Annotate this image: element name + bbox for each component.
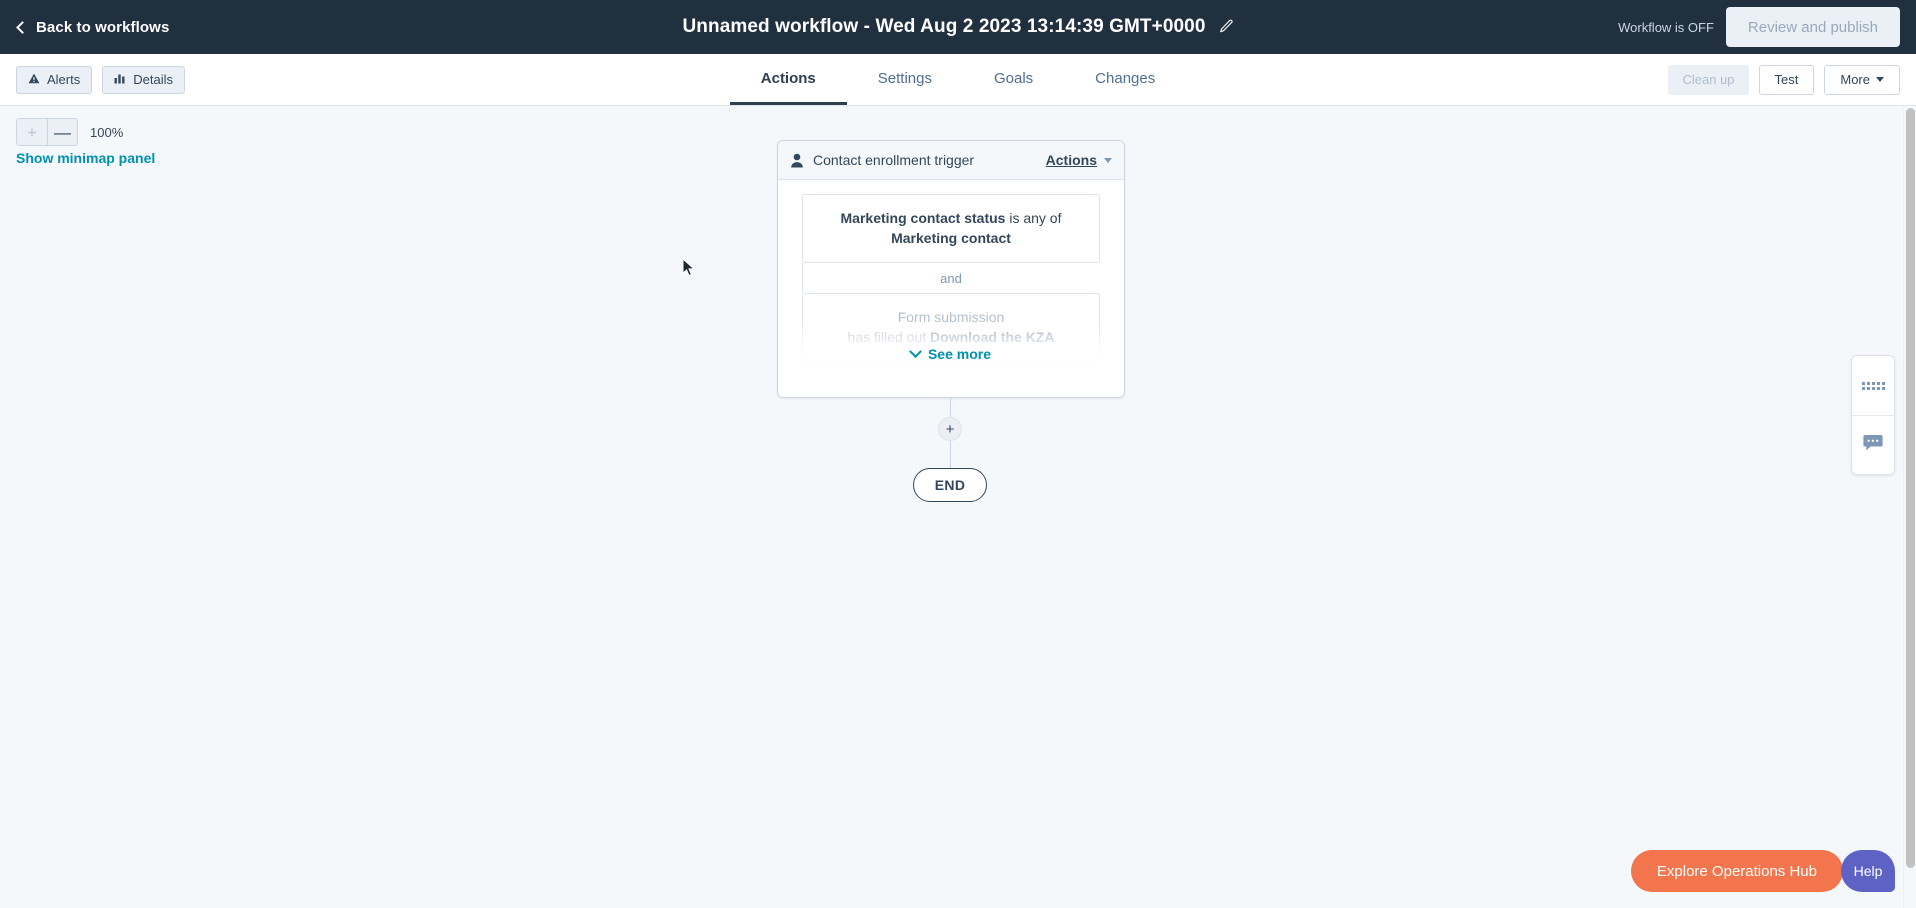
contact-enrollment-trigger-card[interactable]: Contact enrollment trigger Actions Marke… bbox=[777, 140, 1125, 398]
add-step-button[interactable]: + bbox=[938, 417, 962, 441]
contact-person-icon bbox=[790, 153, 804, 168]
zoom-out-button[interactable]: — bbox=[47, 119, 77, 145]
filter-2-value: Download the KZA bbox=[930, 328, 1055, 345]
page-scrollbar[interactable] bbox=[1903, 106, 1916, 908]
see-more-link[interactable]: See more bbox=[778, 344, 1124, 362]
tab-settings[interactable]: Settings bbox=[847, 54, 963, 105]
back-to-workflows-label: Back to workflows bbox=[36, 18, 170, 36]
zoom-controls: + — 100% bbox=[16, 118, 123, 146]
and-label: and bbox=[940, 270, 962, 286]
page-title: Unnamed workflow - Wed Aug 2 2023 13:14:… bbox=[682, 16, 1206, 37]
test-button[interactable]: Test bbox=[1758, 64, 1815, 95]
filter-and-separator: and bbox=[802, 262, 1100, 293]
review-and-publish-button[interactable]: Review and publish bbox=[1725, 7, 1900, 47]
chevron-left-icon bbox=[16, 20, 29, 34]
mouse-cursor-icon bbox=[682, 257, 696, 278]
tab-changes[interactable]: Changes bbox=[1064, 54, 1186, 105]
end-node[interactable]: END bbox=[913, 468, 987, 502]
workflow-canvas[interactable]: + — 100% Show minimap panel Contact enro… bbox=[0, 106, 1903, 908]
back-to-workflows-link[interactable]: Back to workflows bbox=[16, 18, 170, 36]
tab-settings-label: Settings bbox=[877, 69, 932, 87]
trigger-actions-label: Actions bbox=[1045, 152, 1097, 168]
trigger-card-header: Contact enrollment trigger Actions bbox=[778, 141, 1124, 180]
tab-actions-label: Actions bbox=[760, 69, 816, 87]
filter-1-value: Marketing contact bbox=[891, 230, 1011, 247]
filter-2-title: Form submission bbox=[897, 308, 1005, 325]
canvas-side-panel bbox=[1851, 355, 1895, 475]
workflow-nav-bar: Alerts Details Actions Settings Goals Ch… bbox=[0, 54, 1916, 106]
pencil-icon[interactable] bbox=[1218, 19, 1234, 35]
more-button[interactable]: More bbox=[1824, 64, 1900, 95]
chevron-down-icon bbox=[1876, 77, 1884, 82]
trigger-card-title: Contact enrollment trigger bbox=[813, 152, 975, 168]
show-minimap-panel-link[interactable]: Show minimap panel bbox=[16, 150, 155, 166]
filter-1-property: Marketing contact status bbox=[840, 210, 1006, 226]
top-header-right-group: Workflow is OFF Review and publish bbox=[1618, 0, 1900, 54]
dot-grid-icon bbox=[1861, 381, 1885, 390]
tab-goals[interactable]: Goals bbox=[963, 54, 1064, 105]
zoom-level-label: 100% bbox=[90, 124, 124, 140]
test-label: Test bbox=[1774, 72, 1799, 87]
workflow-tabs: Actions Settings Goals Changes bbox=[0, 54, 1916, 105]
side-panel-apps-button[interactable] bbox=[1852, 356, 1894, 415]
clean-up-button[interactable]: Clean up bbox=[1668, 64, 1749, 95]
tab-goals-label: Goals bbox=[993, 69, 1034, 87]
filter-2-operator: has filled out bbox=[847, 328, 931, 345]
tab-actions[interactable]: Actions bbox=[729, 54, 847, 105]
trigger-actions-dropdown[interactable]: Actions bbox=[1046, 152, 1112, 168]
scrollbar-thumb[interactable] bbox=[1906, 108, 1915, 868]
explore-operations-hub-button[interactable]: Explore Operations Hub bbox=[1630, 850, 1843, 892]
more-label: More bbox=[1840, 72, 1870, 87]
workflow-status-text: Workflow is OFF bbox=[1618, 19, 1714, 35]
see-more-label: See more bbox=[927, 346, 992, 362]
filter-2-detail: has filled out Download the KZA bbox=[817, 327, 1085, 347]
top-header-bar: Back to workflows Unnamed workflow - Wed… bbox=[0, 0, 1916, 54]
tab-changes-label: Changes bbox=[1095, 69, 1156, 87]
side-panel-comments-button[interactable] bbox=[1852, 415, 1894, 474]
filter-1-operator: is any of bbox=[1005, 210, 1062, 226]
help-button[interactable]: Help bbox=[1841, 850, 1895, 892]
zoom-in-button[interactable]: + bbox=[17, 119, 47, 145]
zoom-button-group: + — bbox=[16, 118, 78, 146]
trigger-card-body: Marketing contact status is any of Marke… bbox=[778, 180, 1124, 397]
chevron-down-icon bbox=[909, 344, 922, 358]
filter-criterion-1[interactable]: Marketing contact status is any of Marke… bbox=[802, 194, 1100, 263]
chevron-down-icon bbox=[1104, 157, 1112, 163]
chat-bubble-icon bbox=[1863, 434, 1883, 457]
nav-right-group: Clean up Test More bbox=[1668, 54, 1900, 105]
